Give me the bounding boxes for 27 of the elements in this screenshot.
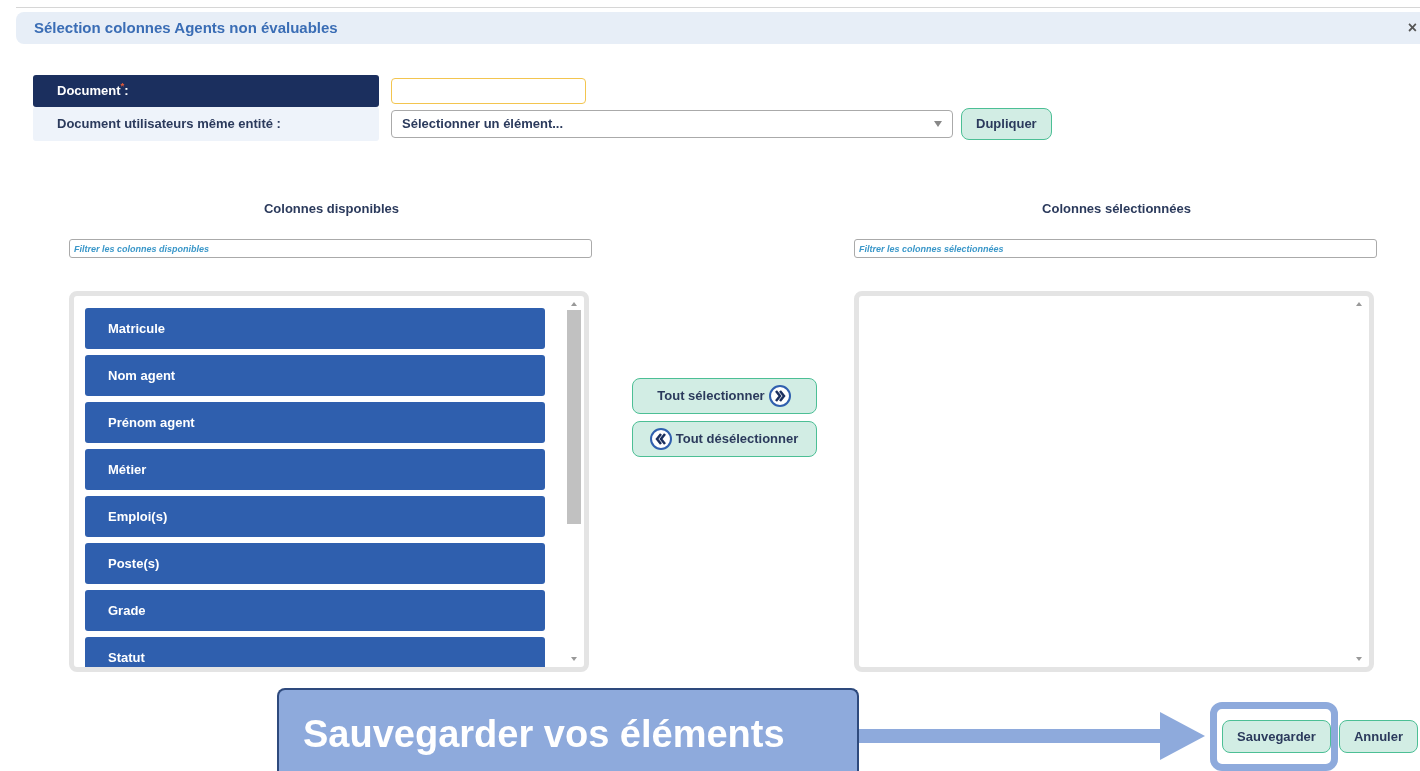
- list-item[interactable]: Nom agent: [85, 355, 545, 396]
- document-input[interactable]: [391, 78, 586, 104]
- list-item[interactable]: Statut: [85, 637, 545, 667]
- double-chevron-left-icon: [649, 428, 672, 450]
- list-item[interactable]: Matricule: [85, 308, 545, 349]
- transfer-button[interactable]: Tout sélectionner: [631, 378, 817, 414]
- filter-field[interactable]: Filtrer les colonnes disponibles: [69, 239, 592, 258]
- cancel-button[interactable]: Annuler: [1338, 720, 1418, 753]
- callout-box: Sauvegarder vos éléments: [277, 688, 859, 771]
- document-select[interactable]: Sélectionner un élément...: [391, 110, 953, 138]
- list-item[interactable]: Métier: [85, 449, 545, 490]
- list-item[interactable]: Grade: [85, 590, 545, 631]
- save-button[interactable]: Sauvegarder: [1222, 720, 1331, 753]
- double-chevron-right-icon: [768, 385, 791, 407]
- column-heading: Colonnes disponibles: [262, 200, 401, 215]
- column-heading: Colonnes sélectionnées: [1041, 200, 1192, 215]
- list-item[interactable]: Poste(s): [85, 543, 545, 584]
- field-label: Document$^{*}$:: [33, 75, 379, 107]
- field-label: Document utilisateurs même entité :: [33, 107, 379, 141]
- transfer-button[interactable]: Tout désélectionner: [631, 421, 817, 457]
- list-item[interactable]: Emploi(s): [85, 496, 545, 537]
- close-button[interactable]: ×: [1407, 20, 1417, 36]
- dropdown-caret-icon: [934, 121, 942, 127]
- dialog-title: Sélection colonnes Agents non évaluables: [34, 17, 338, 38]
- filter-field[interactable]: Filtrer les colonnes sélectionnées: [854, 239, 1377, 258]
- duplicate-button[interactable]: Dupliquer: [961, 108, 1052, 140]
- list-item[interactable]: Prénom agent: [85, 402, 545, 443]
